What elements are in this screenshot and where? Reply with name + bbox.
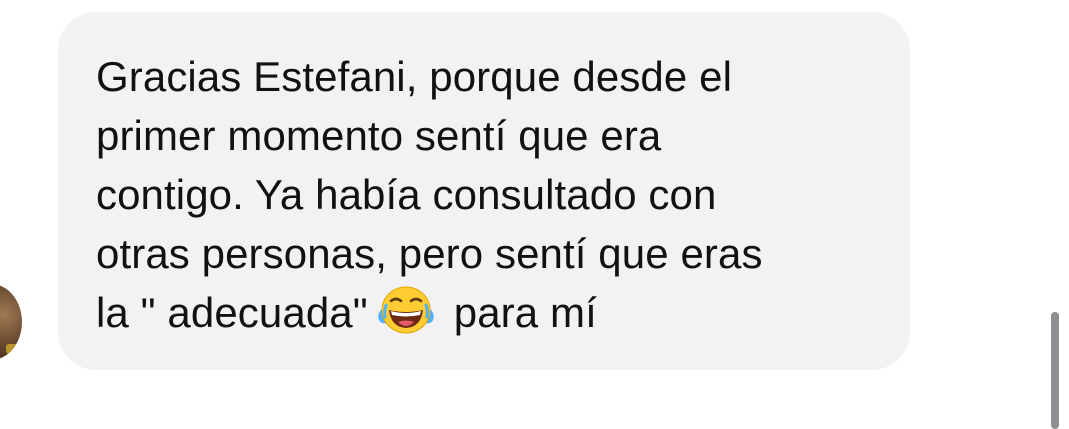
message-line: contigo. Ya había consultado con xyxy=(96,171,717,218)
message-line: otras personas, pero sentí que eras xyxy=(96,230,763,277)
message-line-last: la " adecuada" para mí xyxy=(96,283,880,342)
chat-view: Gracias Estefani, porque desde el primer… xyxy=(0,0,1069,429)
scrollbar[interactable] xyxy=(1051,312,1059,429)
face-with-tears-of-joy-icon xyxy=(376,285,436,335)
message-text-after-emoji: para mí xyxy=(453,289,597,336)
avatar-detail xyxy=(6,344,20,354)
message-line: Gracias Estefani, porque desde el xyxy=(96,53,733,100)
message-text-before-emoji: la " adecuada" xyxy=(96,289,368,336)
message-line: primer momento sentí que era xyxy=(96,112,662,159)
message-bubble[interactable]: Gracias Estefani, porque desde el primer… xyxy=(58,12,910,370)
avatar[interactable] xyxy=(0,284,22,360)
